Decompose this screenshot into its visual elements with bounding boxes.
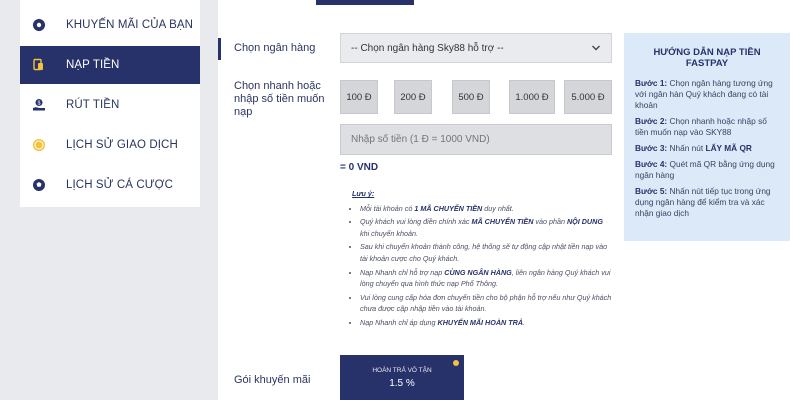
sidebar-item-label: Nạp tiền xyxy=(66,59,120,71)
guide-step-4: Bước 4: Quét mã QR bằng ứng dụng ngân hà… xyxy=(635,159,775,180)
wallet-icon xyxy=(32,58,46,72)
list-item: Quý khách vui lòng điền chính xác MÃ CHU… xyxy=(360,216,614,239)
hand-coin-icon: $ xyxy=(32,98,46,112)
sidebar-item-withdraw[interactable]: $ Rút tiền xyxy=(20,86,200,124)
bank-select-value: -- Chọn ngân hàng Sky88 hỗ trợ -- xyxy=(351,42,504,54)
converted-amount: = 0 VND xyxy=(340,162,379,173)
amount-button-5000[interactable]: 5.000 Đ xyxy=(564,80,612,114)
promo-package-card[interactable]: HOÀN TRẢ VÔ TẬN 1.5 % xyxy=(340,355,464,400)
sidebar-item-promotions[interactable]: Khuyến mãi của bạn xyxy=(20,6,200,44)
guide-step-5: Bước 5: Nhấn nút tiếp tục trong ứng dụng… xyxy=(635,186,771,218)
guide-step-1: Bước 1: Chọn ngân hàng tương ứng với ngâ… xyxy=(635,78,773,110)
notes-section: Lưu ý: Mỗi tài khoản có 1 MÃ CHUYỂN TIỀN… xyxy=(352,188,614,331)
sidebar-item-label: Rút tiền xyxy=(66,99,120,111)
bank-label: Chọn ngân hàng xyxy=(234,42,316,54)
amount-button-500[interactable]: 500 Đ xyxy=(452,80,490,114)
sidebar-item-label: Lịch sử giao dịch xyxy=(66,139,178,151)
list-item: Nạp Nhanh chỉ áp dụng KHUYẾN MÃI HOÀN TR… xyxy=(360,317,614,329)
bank-select[interactable]: -- Chọn ngân hàng Sky88 hỗ trợ -- xyxy=(340,33,612,63)
quick-amount-label-line: nạp xyxy=(234,106,253,118)
sidebar-item-bet-history[interactable]: Lịch sử cá cược xyxy=(20,166,200,204)
guide-step-3: Bước 3: Nhấn nút LẤY MÃ QR xyxy=(635,143,752,153)
sidebar-item-transaction-history[interactable]: Lịch sử giao dịch xyxy=(20,126,200,164)
fastpay-guide: Hướng dẫn nạp tiền Fastpay Bước 1: Chọn … xyxy=(624,33,790,241)
quick-amount-label: Chọn nhanh hoặc nhập số tiền muốn nạp xyxy=(234,80,325,119)
section-indicator xyxy=(218,38,221,60)
notes-title: Lưu ý: xyxy=(352,189,375,198)
sidebar-item-label: Lịch sử cá cược xyxy=(66,179,174,191)
guide-title: Hướng dẫn nạp tiền Fastpay xyxy=(653,47,761,69)
chevron-down-icon xyxy=(591,43,601,53)
amount-button-100[interactable]: 100 Đ xyxy=(340,80,378,114)
soccer-ball-icon xyxy=(32,178,46,192)
quick-amount-label-line: Chọn nhanh hoặc xyxy=(234,80,321,92)
sidebar-item-deposit[interactable]: Nạp tiền xyxy=(20,46,200,84)
promo-name: HOÀN TRẢ VÔ TẬN xyxy=(372,367,432,374)
sidebar-item-label: Khuyến mãi của bạn xyxy=(66,19,194,31)
list-item: Vui lòng cung cấp hóa đơn chuyển tiền ch… xyxy=(360,292,614,315)
promo-rate: 1.5 % xyxy=(389,378,415,389)
svg-text:$: $ xyxy=(38,100,41,106)
list-item: Sau khi chuyển khoản thành công, hệ thốn… xyxy=(360,241,614,264)
account-sidebar: Khuyến mãi của bạn Nạp tiền $ Rút tiền L… xyxy=(20,0,200,207)
selected-dot-icon xyxy=(453,360,459,366)
coin-icon xyxy=(32,138,46,152)
amount-input[interactable] xyxy=(340,124,612,155)
guide-step-2: Bước 2: Chọn nhanh hoặc nhập số tiền muố… xyxy=(635,116,767,137)
promo-label: Gói khuyến mãi xyxy=(234,374,311,386)
list-item: Nạp Nhanh chỉ hỗ trợ nạp CÙNG NGÂN HÀNG,… xyxy=(360,267,614,290)
amount-button-1000[interactable]: 1.000 Đ xyxy=(509,80,555,114)
list-item: Mỗi tài khoản có 1 MÃ CHUYỂN TIỀN duy nh… xyxy=(360,203,614,215)
deposit-panel: Chọn ngân hàng -- Chọn ngân hàng Sky88 h… xyxy=(218,0,800,400)
quick-amount-label-line: nhập số tiền muốn xyxy=(234,93,325,105)
amount-button-200[interactable]: 200 Đ xyxy=(394,80,432,114)
active-tab-indicator xyxy=(316,0,414,5)
gear-badge-icon xyxy=(32,18,46,32)
